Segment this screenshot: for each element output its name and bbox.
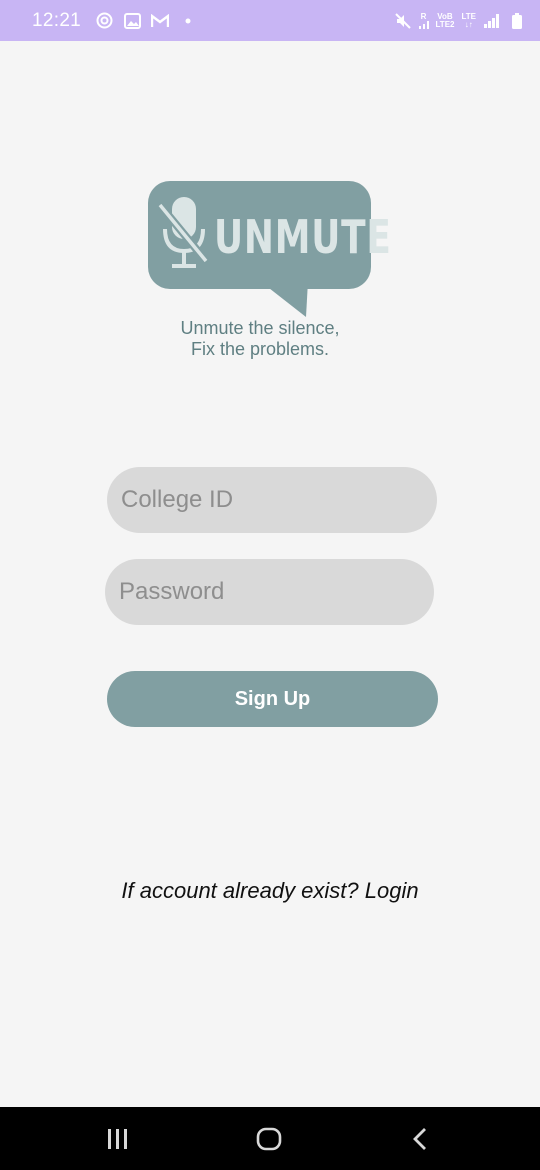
login-link[interactable]: If account already exist? Login bbox=[0, 878, 540, 904]
recent-apps-icon bbox=[108, 1129, 127, 1149]
gmail-icon bbox=[151, 12, 170, 30]
college-id-input[interactable] bbox=[107, 467, 437, 533]
status-time: 12:21 bbox=[32, 9, 82, 31]
back-chevron-icon bbox=[413, 1128, 426, 1150]
sim-r-label: R bbox=[420, 11, 427, 21]
gallery-icon bbox=[123, 12, 141, 30]
tagline-line-1: Unmute the silence, bbox=[180, 318, 340, 338]
mute-icon bbox=[394, 12, 412, 30]
password-input[interactable] bbox=[105, 559, 434, 625]
home-button[interactable] bbox=[254, 1125, 284, 1153]
signal-icon bbox=[483, 12, 501, 30]
navigation-bar bbox=[0, 1107, 540, 1170]
sim1-signal-icon: R bbox=[418, 11, 429, 29]
lte2-text: LTE2 bbox=[435, 19, 455, 29]
logo-wordmark: UNMUTE bbox=[214, 210, 392, 264]
unmute-logo: UNMUTE bbox=[148, 181, 391, 317]
home-icon bbox=[256, 1127, 282, 1151]
recent-apps-button[interactable] bbox=[103, 1125, 133, 1153]
notification-dot-icon bbox=[179, 12, 197, 30]
status-bar: 12:21 R VoB LTE2 LTE ↓↑ bbox=[0, 0, 540, 41]
tagline: Unmute the silence, Fix the problems. bbox=[130, 318, 390, 360]
lte-label: LTE ↓↑ bbox=[461, 12, 476, 29]
status-right: R VoB LTE2 LTE ↓↑ bbox=[394, 12, 526, 30]
muted-microphone-icon bbox=[158, 197, 210, 268]
sign-up-button[interactable]: Sign Up bbox=[107, 671, 438, 727]
back-button[interactable] bbox=[405, 1125, 435, 1153]
volte-label: VoB LTE2 bbox=[435, 12, 455, 29]
sync-icon bbox=[95, 12, 113, 30]
status-left: 12:21 bbox=[32, 10, 197, 32]
battery-icon bbox=[508, 12, 526, 30]
lte-arrows-text: ↓↑ bbox=[464, 19, 473, 29]
tagline-line-2: Fix the problems. bbox=[190, 339, 330, 359]
